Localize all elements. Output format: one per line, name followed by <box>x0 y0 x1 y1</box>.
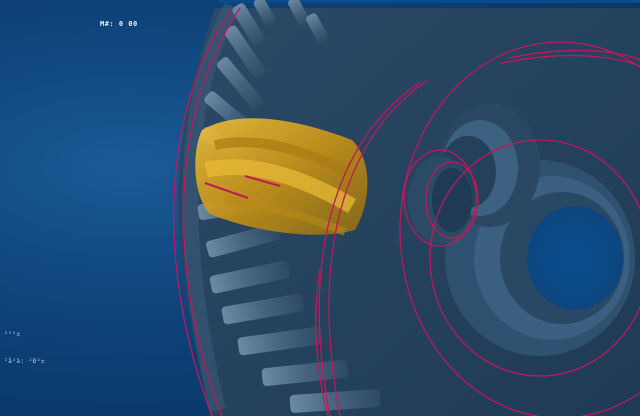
side-hole[interactable] <box>408 156 472 244</box>
model-viewport[interactable]: M#: 0 00 ³°²± ²å²à: ²Ð²± <box>0 0 640 416</box>
hud-bottom-label: ³°²± <box>4 331 21 338</box>
hud-model-status: M#: 0 00 <box>100 20 138 28</box>
gear-model-scene[interactable] <box>0 0 640 416</box>
hud-bottom-status: ²å²à: ²Ð²± <box>4 358 46 365</box>
bore-hole <box>527 206 623 310</box>
